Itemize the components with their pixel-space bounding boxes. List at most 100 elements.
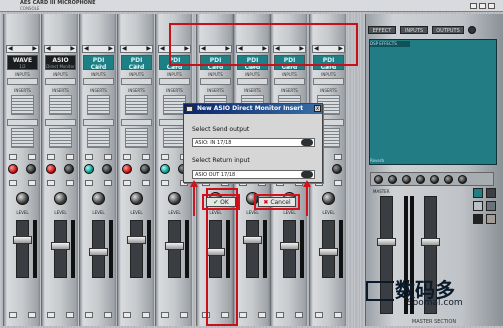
channel-fader[interactable] — [16, 220, 29, 278]
master-knob-2[interactable] — [388, 175, 397, 184]
monitor-button[interactable] — [295, 312, 303, 318]
color-swatch-teal[interactable] — [473, 188, 483, 198]
master-fader-right-knob[interactable] — [421, 238, 440, 246]
mute-button[interactable] — [123, 154, 131, 160]
record-button[interactable] — [239, 312, 247, 318]
monitor-button[interactable] — [142, 312, 150, 318]
dialog-close-button[interactable]: x — [314, 105, 321, 112]
send-knob-b[interactable] — [332, 164, 342, 174]
send-select[interactable] — [45, 119, 76, 126]
input-select[interactable] — [313, 78, 344, 85]
master-knob-4[interactable] — [416, 175, 425, 184]
solo-button[interactable] — [334, 154, 342, 160]
master-knob-5[interactable] — [430, 175, 439, 184]
send-slots[interactable] — [49, 128, 72, 148]
channel-display[interactable]: PDI Card 3/4 — [121, 55, 152, 71]
pan-knob[interactable] — [54, 192, 67, 205]
insert-slots[interactable] — [125, 95, 148, 115]
channel-fader-knob[interactable] — [89, 248, 108, 256]
send-knob-b[interactable] — [102, 164, 112, 174]
send-knob-a[interactable] — [8, 164, 18, 174]
insert-slots[interactable] — [49, 95, 72, 115]
color-swatch-grey[interactable] — [473, 201, 483, 211]
post-button[interactable] — [28, 180, 36, 186]
pan-knob[interactable] — [16, 192, 29, 205]
post-button[interactable] — [334, 180, 342, 186]
channel-prev-icon[interactable]: ◀ — [122, 46, 127, 52]
channel-fader[interactable] — [130, 220, 143, 278]
send-slots[interactable] — [125, 128, 148, 148]
power-icon[interactable] — [468, 26, 476, 34]
input-select[interactable] — [121, 78, 152, 85]
channel-fader-knob[interactable] — [280, 242, 299, 250]
master-knob-7[interactable] — [458, 175, 467, 184]
channel-fader-knob[interactable] — [51, 242, 70, 250]
send-select[interactable] — [83, 119, 114, 126]
pan-knob[interactable] — [322, 192, 335, 205]
solo-button[interactable] — [104, 154, 112, 160]
monitor-button[interactable] — [258, 312, 266, 318]
send-knob-b[interactable] — [64, 164, 74, 174]
pre-button[interactable] — [47, 180, 55, 186]
monitor-button[interactable] — [28, 312, 36, 318]
insert-slots[interactable] — [87, 95, 110, 115]
color-swatch-black[interactable] — [473, 214, 483, 224]
mute-button[interactable] — [161, 154, 169, 160]
record-button[interactable] — [47, 312, 55, 318]
return-input-dropdown-icon[interactable] — [301, 171, 313, 178]
send-slots[interactable] — [87, 128, 110, 148]
mute-button[interactable] — [9, 154, 17, 160]
send-knob-b[interactable] — [26, 164, 36, 174]
input-select[interactable] — [7, 78, 38, 85]
pre-button[interactable] — [9, 180, 17, 186]
pan-knob[interactable] — [92, 192, 105, 205]
monitor-button[interactable] — [104, 312, 112, 318]
mute-button[interactable] — [85, 154, 93, 160]
channel-fader-knob[interactable] — [319, 248, 338, 256]
monitor-button[interactable] — [66, 312, 74, 318]
input-select[interactable] — [83, 78, 114, 85]
send-slots[interactable] — [11, 128, 34, 148]
channel-next-icon[interactable]: ▶ — [32, 46, 37, 52]
solo-button[interactable] — [142, 154, 150, 160]
master-knob-6[interactable] — [444, 175, 453, 184]
color-swatch-dark[interactable] — [486, 188, 496, 198]
pre-button[interactable] — [123, 180, 131, 186]
channel-prev-icon[interactable]: ◀ — [160, 46, 165, 52]
master-fader-left-knob[interactable] — [377, 238, 396, 246]
record-button[interactable] — [276, 312, 284, 318]
record-button[interactable] — [85, 312, 93, 318]
mute-button[interactable] — [47, 154, 55, 160]
channel-prev-icon[interactable]: ◀ — [46, 46, 51, 52]
cancel-button[interactable]: ✖ Cancel — [258, 197, 296, 207]
channel-prev-icon[interactable]: ◀ — [84, 46, 89, 52]
post-button[interactable] — [142, 180, 150, 186]
close-window-button[interactable] — [488, 3, 495, 9]
record-button[interactable] — [315, 312, 323, 318]
insert-slots[interactable] — [11, 95, 34, 115]
return-input-select[interactable]: ASIO OUT 17/18 — [192, 170, 315, 179]
channel-display[interactable]: PDI Card 1/2 — [83, 55, 114, 71]
pan-knob[interactable] — [168, 192, 181, 205]
channel-fader-knob[interactable] — [127, 236, 146, 244]
master-knob-1[interactable] — [374, 175, 383, 184]
tab-effect[interactable]: EFFECT — [368, 26, 396, 34]
channel-next-icon[interactable]: ▶ — [70, 46, 75, 52]
color-swatch-sand[interactable] — [486, 214, 496, 224]
send-select[interactable] — [121, 119, 152, 126]
send-knob-a[interactable] — [84, 164, 94, 174]
channel-display[interactable]: WAVE 1/2 — [7, 55, 38, 70]
channel-fader-knob[interactable] — [13, 236, 32, 244]
pre-button[interactable] — [85, 180, 93, 186]
tab-inputs[interactable]: INPUTS — [400, 26, 428, 34]
master-knob-3[interactable] — [402, 175, 411, 184]
record-button[interactable] — [161, 312, 169, 318]
input-select[interactable] — [45, 78, 76, 85]
send-knob-a[interactable] — [122, 164, 132, 174]
send-output-dropdown-icon[interactable] — [301, 139, 313, 146]
send-knob-a[interactable] — [46, 164, 56, 174]
channel-fader-knob[interactable] — [165, 242, 184, 250]
record-button[interactable] — [9, 312, 17, 318]
solo-button[interactable] — [66, 154, 74, 160]
ok-button[interactable]: ✔ OK — [206, 197, 236, 207]
